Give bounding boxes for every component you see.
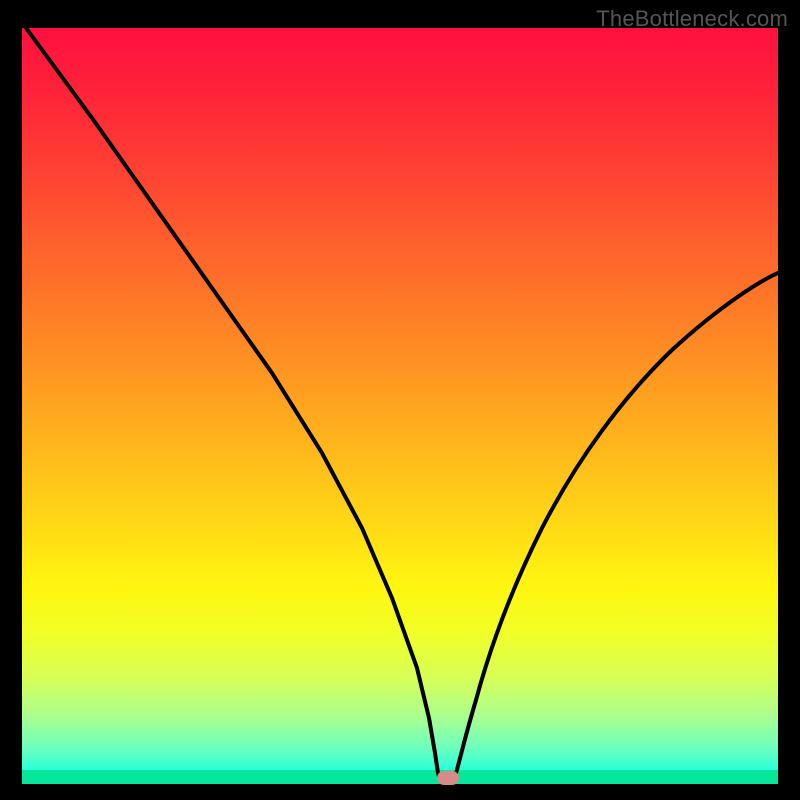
bottleneck-curve	[22, 28, 778, 784]
curve-path	[26, 28, 778, 780]
chart-frame: TheBottleneck.com	[0, 0, 800, 800]
plot-area	[22, 28, 778, 784]
watermark-text: TheBottleneck.com	[596, 6, 788, 32]
minimum-marker	[437, 771, 459, 785]
